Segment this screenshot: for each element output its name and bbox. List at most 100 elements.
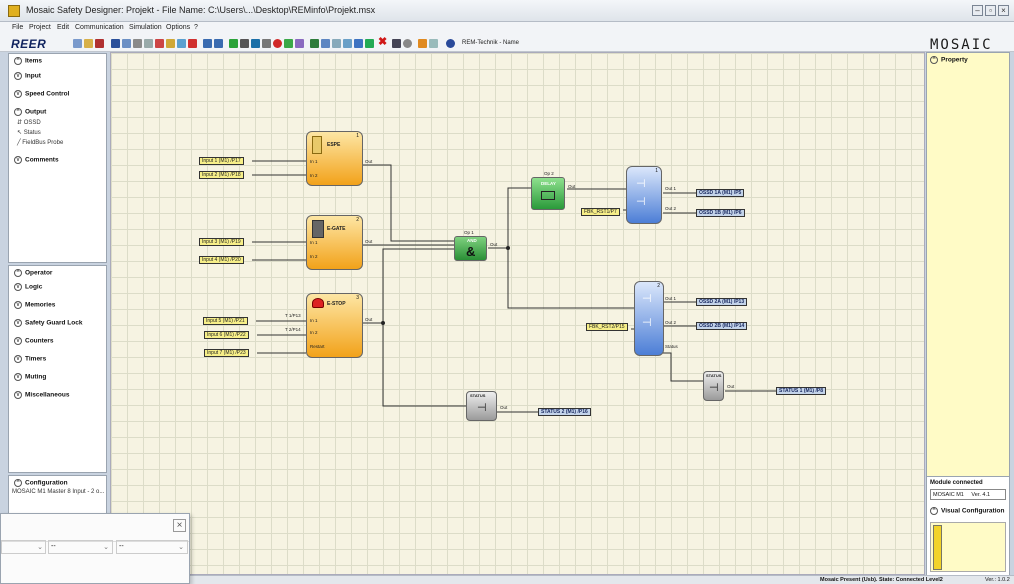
feedback-input-tag[interactable]: FBK_RST1/P7	[581, 208, 620, 216]
menu-simulation[interactable]: Simulation	[129, 24, 162, 31]
status-1-block[interactable]: STATUS ⊣	[703, 371, 724, 401]
output-tag[interactable]: STATUS 2 (M1) /P16	[538, 408, 591, 416]
output-tag[interactable]: OSSD 2A (M1) /P13	[696, 298, 748, 306]
log-icon[interactable]	[295, 39, 304, 48]
save-as-icon[interactable]	[122, 39, 131, 48]
feedback-input-tag[interactable]: FBK_RST2/P15	[586, 323, 628, 331]
menu-options[interactable]: Options	[166, 24, 190, 31]
print-icon[interactable]	[95, 39, 104, 48]
properties-icon[interactable]	[177, 39, 186, 48]
estop-icon	[312, 298, 324, 308]
espe-block[interactable]: ESPE 1 In 1 In 2	[306, 131, 363, 186]
ossd-2-block[interactable]: 2 ⊣ ⊣	[634, 281, 664, 356]
collapse-icon: ^	[14, 57, 22, 65]
visual-config-header[interactable]: ^ Visual Configuration	[930, 507, 1004, 515]
cut-icon[interactable]	[133, 39, 142, 48]
output-tag[interactable]: STATUS 1 (M1) /P8	[776, 387, 826, 395]
section-logic[interactable]: v Logic	[14, 283, 42, 291]
resource-icon[interactable]	[240, 39, 249, 48]
output-tag[interactable]: OSSD 1B (M1) /P6	[696, 209, 745, 217]
record-icon[interactable]	[403, 39, 412, 48]
config-icon[interactable]	[332, 39, 341, 48]
delete-icon[interactable]: ✖	[378, 37, 387, 48]
print-schematic-icon[interactable]	[392, 39, 401, 48]
section-safety-guard-lock[interactable]: v Safety Guard Lock	[14, 319, 82, 327]
reer-logo: REER	[11, 37, 47, 51]
section-miscellaneous[interactable]: v Miscellaneous	[14, 391, 69, 399]
menu-help[interactable]: ?	[194, 24, 198, 31]
item-status[interactable]: ↖ Status	[17, 129, 41, 136]
input-tag[interactable]: Input 3 (M1) /P19	[199, 238, 244, 246]
select-1[interactable]: -- ⌄	[48, 540, 113, 554]
password-icon[interactable]	[343, 39, 352, 48]
section-output[interactable]: ^ Output	[14, 108, 46, 116]
section-muting[interactable]: v Muting	[14, 373, 46, 381]
configuration-header[interactable]: ^ Configuration	[14, 479, 68, 487]
input-tag[interactable]: Input 6 (M1) /P22	[204, 331, 249, 339]
module-field[interactable]: MOSAIC M1 Ver. 4.1	[930, 489, 1006, 500]
item-fieldbus-probe[interactable]: ╱ FieldBus Probe	[17, 139, 63, 146]
open-icon[interactable]	[84, 39, 93, 48]
disconnect-icon[interactable]	[262, 39, 271, 48]
menu-project[interactable]: Project	[29, 24, 51, 31]
upload-icon[interactable]	[321, 39, 330, 48]
stop-icon[interactable]	[273, 39, 282, 48]
operator-header[interactable]: ^ Operator	[14, 269, 52, 277]
restore-button[interactable]: ▫	[985, 5, 996, 16]
dialog-close-button[interactable]: ×	[173, 519, 186, 532]
close-button[interactable]: ×	[998, 5, 1009, 16]
edit-icon[interactable]	[429, 39, 438, 48]
ossd-1-block[interactable]: 1 ⊣ ⊣	[626, 166, 662, 224]
fieldbus-icon[interactable]	[365, 39, 374, 48]
output-tag[interactable]: OSSD 2B (M1) /P14	[696, 322, 748, 330]
transistor-icon: ⊣	[642, 293, 652, 305]
menu-edit[interactable]: Edit	[57, 24, 69, 31]
download-icon[interactable]	[310, 39, 319, 48]
egate-block[interactable]: E-GATE 2 In 1 In 2	[306, 215, 363, 270]
section-comments[interactable]: v Comments	[14, 156, 59, 164]
item-ossd[interactable]: ⇵ OSSD	[17, 119, 41, 126]
paste-icon[interactable]	[166, 39, 175, 48]
about-icon[interactable]	[446, 39, 455, 48]
and-block[interactable]: AND &	[454, 236, 487, 261]
input-tag[interactable]: Input 2 (M1) /P18	[199, 171, 244, 179]
section-timers[interactable]: v Timers	[14, 355, 46, 363]
transistor-icon: ⊣	[636, 196, 646, 208]
input-tag[interactable]: Input 5 (M1) /P21	[203, 317, 248, 325]
select-2[interactable]: -- ⌄	[116, 540, 188, 554]
section-speed-control[interactable]: v Speed Control	[14, 90, 69, 98]
espe-out-label: Out	[365, 159, 373, 164]
status-2-block[interactable]: STATUS ⊣	[466, 391, 497, 421]
delete-block-icon[interactable]	[155, 39, 164, 48]
items-header[interactable]: ^ Items	[14, 57, 42, 65]
report-icon[interactable]	[188, 39, 197, 48]
section-counters[interactable]: v Counters	[14, 337, 54, 345]
section-input[interactable]: v Input	[14, 72, 41, 80]
copy-icon[interactable]	[144, 39, 153, 48]
schematic-canvas[interactable]: Input 1 (M1) /P17 Input 2 (M1) /P18 Inpu…	[110, 52, 925, 575]
output-tag[interactable]: OSSD 1A (M1) /P5	[696, 189, 745, 197]
property-header[interactable]: ^ Property	[930, 56, 968, 64]
delay-block[interactable]: DELAY	[531, 177, 565, 210]
monitor-icon[interactable]	[284, 39, 293, 48]
simulation-icon[interactable]	[418, 39, 427, 48]
info-icon[interactable]	[354, 39, 363, 48]
new-icon[interactable]	[73, 39, 82, 48]
save-icon[interactable]	[111, 39, 120, 48]
undo-icon[interactable]	[203, 39, 212, 48]
ossd2-status-label: Status	[665, 344, 678, 349]
dropdown[interactable]: ⌄	[1, 540, 46, 554]
estop-block[interactable]: E-STOP 3 In 1 In 2 Restart	[306, 293, 363, 358]
minimize-button[interactable]: –	[972, 5, 983, 16]
input-tag[interactable]: Input 7 (M1) /P23	[204, 349, 249, 357]
connect-icon[interactable]	[251, 39, 260, 48]
menu-communication[interactable]: Communication	[75, 24, 124, 31]
redo-icon[interactable]	[214, 39, 223, 48]
input-tag[interactable]: Input 4 (M1) /P20	[199, 256, 244, 264]
section-memories[interactable]: v Memories	[14, 301, 55, 309]
menu-file[interactable]: File	[12, 24, 23, 31]
validate-icon[interactable]	[229, 39, 238, 48]
junction-dot	[381, 321, 385, 325]
input-tag[interactable]: Input 1 (M1) /P17	[199, 157, 244, 165]
expand-icon: v	[14, 391, 22, 399]
